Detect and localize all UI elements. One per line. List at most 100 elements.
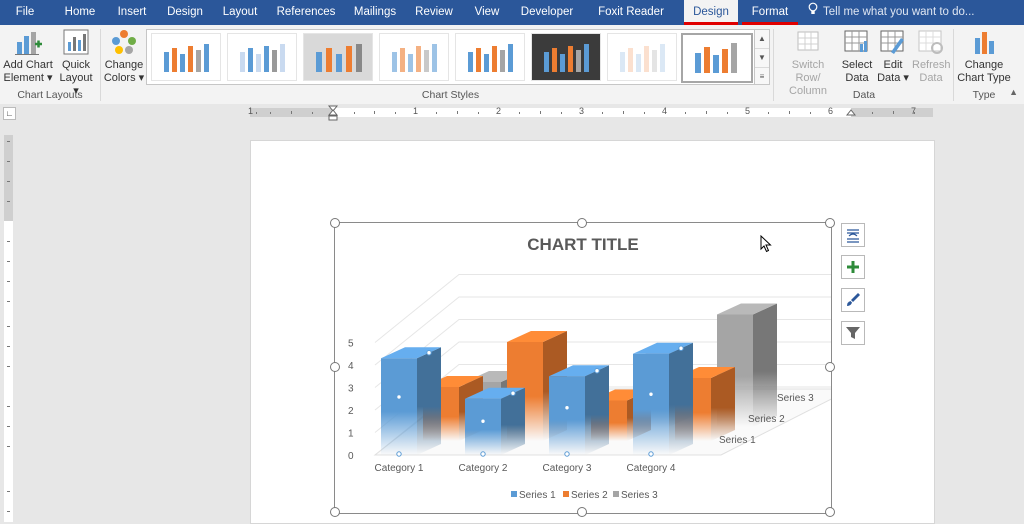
legend-swatch bbox=[613, 491, 619, 497]
depth-axis-label: Series 3 bbox=[777, 393, 814, 404]
refresh-data-label-2: Data bbox=[919, 72, 943, 84]
chart-title: CHART TITLE bbox=[527, 235, 638, 254]
chart-style-thumbnail[interactable] bbox=[455, 33, 525, 81]
tab-references[interactable]: References bbox=[272, 0, 340, 25]
switch-row-column-icon bbox=[797, 31, 819, 51]
switch-row-column-button[interactable]: Switch Row/ Column bbox=[778, 28, 838, 98]
chart-filters-button[interactable] bbox=[841, 321, 865, 345]
filter-icon bbox=[846, 327, 860, 339]
change-chart-type-label-2: Chart Type bbox=[957, 72, 1011, 84]
chart-style-thumbnail[interactable] bbox=[607, 33, 677, 81]
category-label: Category 2 bbox=[459, 463, 508, 474]
tab-file[interactable]: File bbox=[8, 0, 42, 25]
tab-layout[interactable]: Layout bbox=[216, 0, 264, 25]
change-colors-button[interactable]: Change Colors ▾ bbox=[103, 28, 145, 85]
chart-area[interactable]: CHART TITLE 0 1 2 3 4 5 Category 1 Category 2 Cat… bbox=[334, 222, 832, 514]
quick-layout-label-1: Quick bbox=[61, 59, 91, 71]
chart-elements-button[interactable] bbox=[841, 255, 865, 279]
vertical-ruler bbox=[0, 121, 17, 522]
quick-layout-button[interactable]: Quick Layout ▾ bbox=[56, 28, 96, 98]
chart-style-thumbnail[interactable] bbox=[303, 33, 373, 81]
depth-axis-label: Series 1 bbox=[719, 435, 756, 446]
data-point bbox=[426, 350, 432, 356]
bar-side bbox=[417, 347, 441, 455]
tab-view[interactable]: View bbox=[466, 0, 508, 25]
y-tick-label: 3 bbox=[348, 384, 354, 395]
ruler-number: 5 bbox=[745, 106, 751, 116]
ruler-number: 4 bbox=[662, 106, 668, 116]
tell-me-box[interactable]: Tell me what you want to do... bbox=[808, 0, 975, 25]
resize-handle[interactable] bbox=[825, 507, 835, 517]
group-divider bbox=[100, 29, 101, 101]
ruler-number: 6 bbox=[828, 106, 834, 116]
plus-icon bbox=[847, 261, 859, 273]
tab-chart-design[interactable]: Design bbox=[684, 0, 738, 25]
tab-review[interactable]: Review bbox=[410, 0, 458, 25]
chart-style-thumbnail[interactable] bbox=[379, 33, 449, 81]
change-chart-type-button[interactable]: Change Chart Type bbox=[956, 28, 1012, 85]
tab-foxit-reader-pdf[interactable]: Foxit Reader PDF bbox=[586, 0, 676, 43]
bar-side bbox=[585, 365, 609, 455]
tab-chart-format-label: Format bbox=[751, 6, 789, 18]
resize-handle[interactable] bbox=[330, 507, 340, 517]
gallery-up-arrow[interactable]: ▲ bbox=[755, 30, 769, 49]
gallery-down-arrow[interactable]: ▼ bbox=[755, 49, 769, 68]
collapse-ribbon-icon[interactable]: ▲ bbox=[1009, 87, 1018, 97]
add-chart-element-button[interactable]: Add Chart Element ▾ bbox=[2, 28, 54, 85]
tab-mailings[interactable]: Mailings bbox=[348, 0, 402, 25]
y-tick-label: 4 bbox=[348, 361, 354, 372]
chart-style-thumbnail-selected[interactable] bbox=[681, 33, 753, 83]
mouse-cursor-icon bbox=[760, 234, 772, 256]
add-chart-element-label-2: Element ▾ bbox=[3, 72, 53, 84]
select-data-button[interactable]: Select Data bbox=[840, 28, 874, 85]
bar bbox=[381, 358, 417, 455]
tab-developer[interactable]: Developer bbox=[516, 0, 578, 25]
tab-insert[interactable]: Insert bbox=[110, 0, 154, 25]
resize-handle[interactable] bbox=[577, 218, 587, 228]
group-label-type: Type bbox=[972, 89, 996, 101]
resize-handle[interactable] bbox=[330, 218, 340, 228]
ruler-number: 3 bbox=[579, 106, 585, 116]
group-divider bbox=[773, 29, 774, 101]
refresh-data-button[interactable]: Refresh Data bbox=[912, 28, 951, 85]
category-label: Category 4 bbox=[627, 463, 676, 474]
edit-data-label-2: Data ▾ bbox=[877, 72, 909, 84]
ribbon: Add Chart Element ▾ Quick Layout ▾ Chart… bbox=[0, 25, 1024, 105]
resize-handle[interactable] bbox=[330, 362, 340, 372]
add-chart-element-label-1: Add Chart bbox=[3, 59, 53, 71]
chart-styles-gallery bbox=[146, 29, 757, 85]
change-chart-type-label-1: Change bbox=[964, 59, 1004, 71]
horizontal-ruler: ∟ 1 1 2 3 4 5 6 7 bbox=[0, 104, 1024, 121]
edit-data-button[interactable]: Edit Data ▾ bbox=[876, 28, 910, 85]
resize-handle[interactable] bbox=[577, 507, 587, 517]
chart-style-thumbnail[interactable] bbox=[531, 33, 601, 81]
bar bbox=[549, 376, 585, 455]
legend-swatch bbox=[511, 491, 517, 497]
tab-home[interactable]: Home bbox=[58, 0, 102, 25]
category-label: Category 1 bbox=[375, 463, 424, 474]
tab-design[interactable]: Design bbox=[162, 0, 208, 25]
legend-swatch bbox=[563, 491, 569, 497]
layout-options-button[interactable] bbox=[841, 223, 865, 247]
legend-label: Series 3 bbox=[621, 490, 658, 501]
legend-label: Series 2 bbox=[571, 490, 608, 501]
chart-canvas: CHART TITLE 0 1 2 3 4 5 Category 1 Category 2 Cat… bbox=[348, 235, 831, 501]
ruler-number: 1 bbox=[248, 106, 254, 116]
gallery-more-arrow[interactable]: ≡ bbox=[755, 68, 769, 86]
chart-style-thumbnail[interactable] bbox=[227, 33, 297, 81]
lightbulb-icon bbox=[808, 0, 818, 25]
y-tick-label: 2 bbox=[348, 406, 354, 417]
data-point bbox=[648, 391, 654, 397]
bar bbox=[633, 353, 669, 455]
data-point bbox=[396, 451, 402, 457]
gallery-scroller: ▲ ▼ ≡ bbox=[754, 29, 770, 85]
resize-handle[interactable] bbox=[825, 218, 835, 228]
ribbon-tab-bar: File Home Insert Design Layout Reference… bbox=[0, 0, 1024, 43]
resize-handle[interactable] bbox=[825, 362, 835, 372]
data-point bbox=[396, 394, 402, 400]
tab-chart-format[interactable]: Format bbox=[742, 0, 798, 25]
group-label-chart-styles: Chart Styles bbox=[421, 89, 480, 101]
chart-styles-button[interactable] bbox=[841, 288, 865, 312]
chart-style-thumbnail[interactable] bbox=[151, 33, 221, 81]
ruler-number: 7 bbox=[911, 106, 917, 116]
